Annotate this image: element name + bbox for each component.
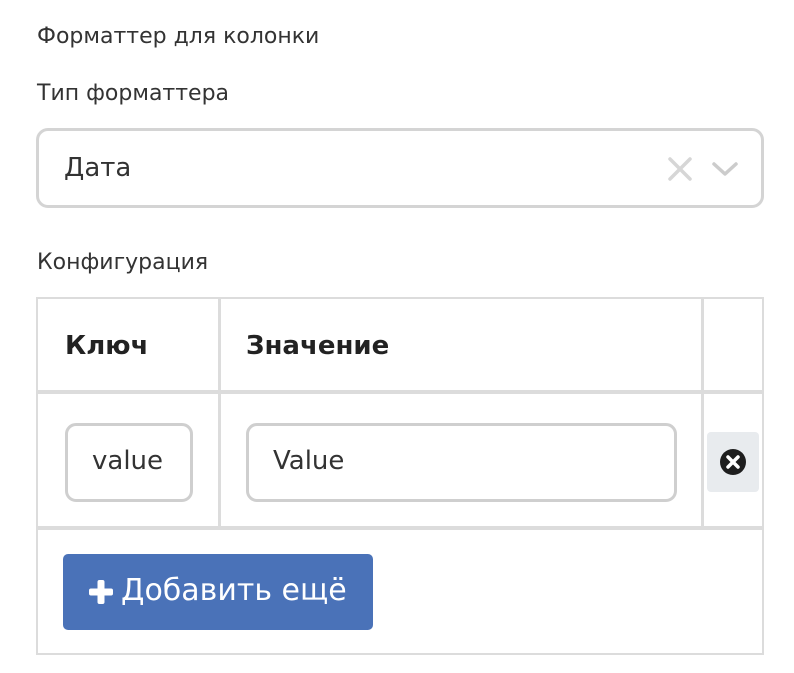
- formatter-type-label: Тип форматтера: [37, 81, 230, 106]
- plus-icon: [89, 580, 113, 604]
- formatter-panel: Форматтер для колонки Тип форматтера Дат…: [0, 0, 794, 673]
- key-input-value: value: [92, 446, 164, 476]
- value-input[interactable]: Value: [246, 423, 677, 502]
- formatter-type-select[interactable]: Дата: [36, 128, 764, 208]
- remove-row-button[interactable]: [707, 432, 759, 492]
- times-circle-icon: [720, 449, 746, 475]
- add-more-label: Добавить ещё: [121, 573, 347, 608]
- chevron-down-icon[interactable]: [711, 159, 739, 179]
- configuration-label: Конфигурация: [37, 250, 209, 275]
- table-divider: [218, 299, 221, 528]
- formatter-type-selected-value: Дата: [64, 153, 132, 183]
- column-header-key: Ключ: [65, 331, 149, 361]
- value-input-value: Value: [273, 446, 345, 476]
- table-divider: [38, 526, 762, 530]
- key-input[interactable]: value: [65, 423, 193, 502]
- x-icon[interactable]: [665, 154, 695, 184]
- configuration-table: Ключ Значение value Value Добавить ещё: [36, 297, 764, 655]
- column-header-value: Значение: [246, 331, 390, 361]
- table-divider: [38, 390, 762, 394]
- section-title: Форматтер для колонки: [37, 24, 320, 49]
- add-more-button[interactable]: Добавить ещё: [63, 554, 373, 630]
- table-divider: [701, 299, 704, 528]
